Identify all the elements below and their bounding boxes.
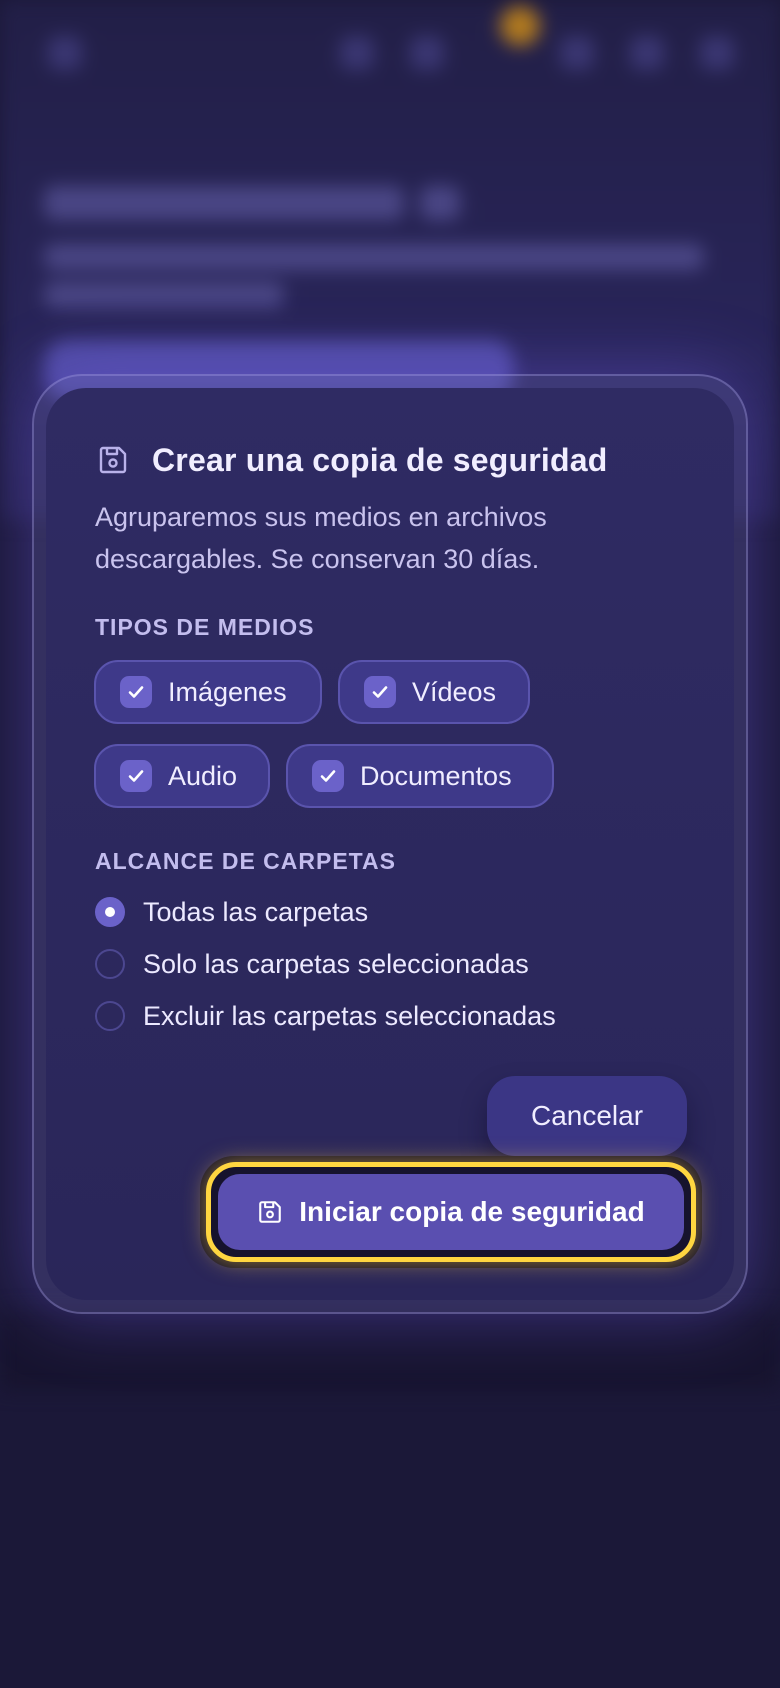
- radio-label: Solo las carpetas seleccionadas: [143, 948, 529, 979]
- start-backup-label: Iniciar copia de seguridad: [299, 1196, 645, 1227]
- check-icon: [120, 760, 152, 792]
- bg-header-icon: [560, 36, 594, 70]
- dialog-description: Agruparemos sus medios en archivos desca…: [95, 502, 547, 574]
- radio-button[interactable]: [95, 949, 125, 979]
- chip-label: Vídeos: [412, 676, 497, 707]
- bg-header-icon: [410, 36, 444, 70]
- chip-label: Imágenes: [168, 676, 287, 707]
- bg-header-icon: [340, 36, 374, 70]
- chip-videos[interactable]: Vídeos: [338, 660, 530, 724]
- bg-text-line: [44, 282, 284, 308]
- bg-text-line: [44, 244, 704, 270]
- radio-selected-folders[interactable]: Solo las carpetas seleccionadas: [95, 946, 529, 982]
- bg-menu-icon: [48, 36, 82, 70]
- chip-label: Audio: [168, 760, 238, 791]
- dialog-header: Crear una copia de seguridad: [96, 438, 608, 482]
- bg-header-icon: [700, 36, 734, 70]
- chip-label: Documentos: [360, 760, 512, 791]
- bg-heading: [420, 186, 460, 220]
- check-icon: [312, 760, 344, 792]
- radio-button-selected[interactable]: [95, 897, 125, 927]
- radio-label: Excluir las carpetas seleccionadas: [143, 1000, 556, 1031]
- chip-imagenes[interactable]: Imágenes: [94, 660, 322, 724]
- chip-documentos[interactable]: Documentos: [286, 744, 554, 808]
- floppy-disk-icon: [257, 1199, 283, 1225]
- dialog-title: Crear una copia de seguridad: [152, 441, 608, 478]
- folder-scope-label: ALCANCE DE CARPETAS: [95, 848, 396, 874]
- radio-exclude-folders[interactable]: Excluir las carpetas seleccionadas: [95, 998, 556, 1034]
- radio-button[interactable]: [95, 1001, 125, 1031]
- bg-header-icon: [630, 36, 664, 70]
- chip-audio[interactable]: Audio: [94, 744, 270, 808]
- radio-label: Todas las carpetas: [143, 896, 369, 927]
- floppy-disk-icon: [96, 443, 130, 477]
- media-types-label: TIPOS DE MEDIOS: [95, 614, 315, 640]
- start-backup-button[interactable]: Iniciar copia de seguridad: [206, 1162, 696, 1262]
- check-icon: [120, 676, 152, 708]
- radio-all-folders[interactable]: Todas las carpetas: [95, 894, 368, 930]
- check-icon: [364, 676, 396, 708]
- bg-notification-dot: [500, 6, 540, 46]
- bg-heading: [44, 186, 404, 220]
- cancel-button[interactable]: Cancelar: [487, 1076, 687, 1156]
